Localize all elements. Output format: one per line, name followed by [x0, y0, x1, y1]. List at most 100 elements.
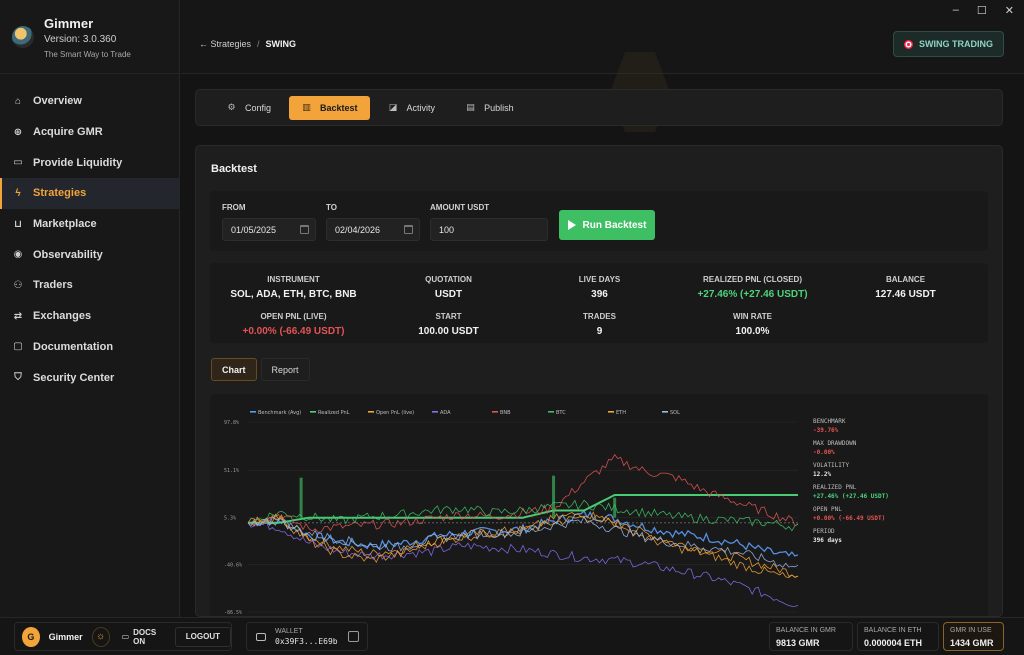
backtest-panel: Backtest FROM 01/05/2025 TO 02/04/2026 A… — [195, 145, 1003, 617]
tab-config[interactable]: ⚙ Config — [214, 96, 283, 120]
sidebar-item-strategies[interactable]: ϟ Strategies — [0, 178, 179, 209]
publish-icon: ▤ — [466, 102, 475, 112]
breadcrumb-current: SWING — [265, 39, 297, 49]
metric-label: MAX DRAWDOWN — [813, 440, 857, 447]
sidebar-item-overview[interactable]: ⌂ Overview — [0, 86, 179, 117]
balance-label: BALANCE IN GMR — [776, 627, 836, 634]
stat-label: TRADES — [583, 312, 616, 321]
series-line — [247, 520, 799, 607]
backtest-stats: INSTRUMENT SOL, ADA, ETH, BTC, BNB QUOTAT… — [210, 263, 988, 343]
legend-label: Open PnL (live) — [376, 410, 414, 416]
from-date-input[interactable]: 01/05/2025 — [222, 218, 316, 241]
chart-metrics: BENCHMARK -39.76% MAX DRAWDOWN -0.00% VOLA… — [813, 418, 983, 550]
gear-icon: ⚙ — [227, 102, 236, 112]
stat-open-pnl: OPEN PNL (LIVE) +0.00% (-66.49 USDT) — [216, 312, 371, 337]
sidebar-item-provide-liquidity[interactable]: ▭ Provide Liquidity — [0, 147, 179, 178]
tab-label: Config — [245, 102, 272, 113]
sidebar-item-traders[interactable]: ⚇ Traders — [0, 270, 179, 301]
sidebar-item-label: Overview — [33, 95, 82, 108]
legend-label: Realized PnL — [318, 410, 350, 416]
stat-value: SOL, ADA, ETH, BTC, BNB — [230, 289, 357, 300]
stat-label: INSTRUMENT — [267, 275, 320, 284]
copy-icon[interactable] — [348, 631, 359, 642]
close-icon[interactable]: ✕ — [1005, 4, 1014, 17]
to-date-input[interactable]: 02/04/2026 — [326, 218, 420, 241]
amount-value: 100 — [439, 224, 455, 235]
swing-trading-label: SWING TRADING — [919, 39, 993, 49]
sidebar-item-acquire-gmr[interactable]: ⊕ Acquire GMR — [0, 117, 179, 148]
legend-label: ETH — [616, 410, 626, 416]
balance-value: 1434 GMR — [950, 638, 994, 648]
shield-icon: ⛉ — [14, 372, 22, 384]
wallet-icon — [256, 632, 266, 641]
theme-toggle-sun-icon[interactable]: ☼ — [91, 626, 110, 647]
tab-publish[interactable]: ▤ Publish — [453, 96, 526, 120]
tab-chart[interactable]: Chart — [211, 358, 257, 381]
legend-label: BNB — [500, 410, 511, 416]
sidebar-item-marketplace[interactable]: ⊔ Marketplace — [0, 209, 179, 240]
username: Gimmer — [48, 631, 83, 642]
minimize-icon[interactable]: – — [953, 4, 959, 17]
metric-value: -0.00% — [813, 449, 835, 456]
balance-eth: BALANCE IN ETH 0.000004 ETH — [857, 622, 939, 651]
balance-value: 9813 GMR — [776, 638, 820, 648]
to-date-value: 02/04/2026 — [335, 224, 381, 235]
wallet-box: WALLET 0x39F3...E69b — [246, 622, 368, 651]
play-icon — [567, 220, 576, 230]
metric-period: PERIOD 396 days — [813, 528, 983, 544]
sidebar-nav: ⌂ Overview ⊕ Acquire GMR ▭ Provide Liquidit… — [0, 74, 179, 393]
stat-value: 100.0% — [735, 326, 770, 337]
from-field: FROM 01/05/2025 — [222, 203, 316, 241]
stat-value: USDT — [434, 289, 463, 300]
metric-max-drawdown: MAX DRAWDOWN -0.00% — [813, 440, 983, 456]
footer: G Gimmer ☼ ▭ DOCS ON LOGOUT WALLET 0x39F3… — [0, 617, 1024, 655]
y-tick-label: 97.8% — [224, 420, 239, 426]
sidebar-item-security-center[interactable]: ⛉ Security Center — [0, 362, 179, 393]
chart-view-tabs: Chart Report — [211, 358, 310, 381]
sidebar-item-label: Strategies — [33, 187, 87, 200]
metric-label: VOLATILITY — [813, 462, 850, 469]
sidebar-item-observability[interactable]: ◉ Observability — [0, 239, 179, 270]
metric-label: PERIOD — [813, 528, 835, 535]
avatar[interactable]: G — [22, 626, 40, 647]
swap-icon: ⇄ — [13, 310, 23, 322]
stat-label: OPEN PNL (LIVE) — [260, 312, 327, 321]
tab-label: Publish — [484, 102, 514, 113]
run-backtest-button[interactable]: Run Backtest — [559, 210, 655, 240]
stat-realized-pnl: REALIZED PNL (CLOSED) +27.46% (+27.46 USD… — [675, 275, 830, 300]
tab-activity[interactable]: ◪ Activity — [376, 96, 448, 120]
stat-live-days: LIVE DAYS 396 — [522, 275, 677, 300]
maximize-icon[interactable]: ☐ — [977, 4, 987, 17]
card-icon: ▭ — [13, 157, 23, 169]
legend-label: SOL — [670, 410, 680, 416]
swing-trading-button[interactable]: SWING TRADING — [893, 31, 1004, 57]
header: ← Strategies / SWING – ☐ ✕ SWING TRADING — [181, 0, 1024, 74]
chat-icon: ▭ — [121, 632, 130, 641]
y-tick-label: -40.6% — [224, 563, 242, 569]
docs-toggle[interactable]: ▭ DOCS ON — [122, 628, 165, 646]
breadcrumb-separator: / — [257, 39, 260, 49]
y-tick-label: 51.1% — [224, 468, 239, 474]
calendar-icon[interactable] — [300, 225, 309, 234]
breadcrumb-back-link[interactable]: ← Strategies — [199, 39, 251, 49]
app-tagline: The Smart Way to Trade — [44, 50, 131, 59]
sidebar-item-label: Marketplace — [33, 218, 97, 231]
calendar-icon[interactable] — [404, 225, 413, 234]
tab-label: Activity — [406, 102, 436, 113]
backtest-form: FROM 01/05/2025 TO 02/04/2026 AMOUNT USD… — [210, 191, 988, 251]
amount-field: AMOUNT USDT 100 — [430, 203, 548, 241]
logout-button[interactable]: LOGOUT — [174, 626, 232, 647]
sidebar-item-documentation[interactable]: ▢ Documentation — [0, 332, 179, 363]
stat-instrument: INSTRUMENT SOL, ADA, ETH, BTC, BNB — [216, 275, 371, 300]
metric-label: BENCHMARK — [813, 418, 846, 425]
sidebar-item-label: Observability — [33, 248, 103, 261]
tab-report[interactable]: Report — [260, 358, 310, 381]
tab-backtest[interactable]: ▥ Backtest — [289, 95, 370, 120]
breadcrumb: ← Strategies / SWING — [199, 39, 296, 49]
amount-input[interactable]: 100 — [430, 218, 548, 241]
stat-trades: TRADES 9 — [522, 312, 677, 337]
stat-label: REALIZED PNL (CLOSED) — [703, 275, 802, 284]
cart-icon: ⊔ — [14, 218, 22, 230]
sidebar-item-exchanges[interactable]: ⇄ Exchanges — [0, 301, 179, 332]
metric-label: OPEN PNL — [813, 506, 842, 513]
